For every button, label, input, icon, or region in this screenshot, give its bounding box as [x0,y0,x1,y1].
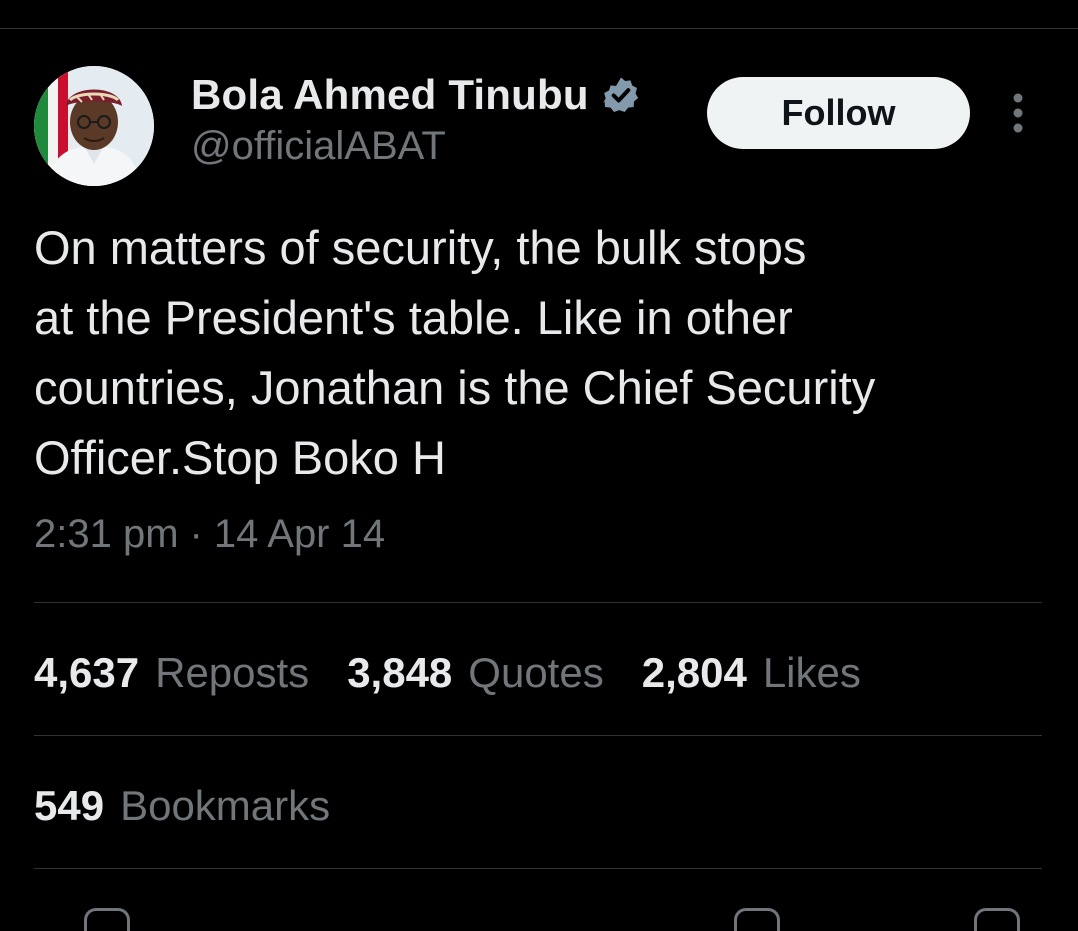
author-display-name[interactable]: Bola Ahmed Tinubu [191,71,589,119]
more-vertical-icon [1013,93,1023,133]
divider-above-stats [34,602,1042,603]
author-name-row: Bola Ahmed Tinubu [191,70,641,120]
reposts-count: 4,637 [34,649,140,696]
tweet-time: 2:31 pm [34,512,179,556]
top-divider [0,28,1078,29]
tweet-timestamp[interactable]: 2:31 pm · 14 Apr 14 [34,512,385,557]
follow-button[interactable]: Follow [707,77,970,149]
divider-above-actions [34,868,1042,869]
reposts-stat[interactable]: 4,637 Reposts [34,649,309,697]
reply-icon[interactable] [84,908,130,931]
bookmarks-count: 549 [34,782,105,829]
quotes-count: 3,848 [347,649,453,696]
share-icon[interactable] [974,908,1020,931]
verified-badge-icon [602,77,638,112]
likes-stat[interactable]: 2,804 Likes [642,649,861,697]
action-bar [0,900,1078,931]
quotes-stat[interactable]: 3,848 Quotes [347,649,604,697]
bookmark-icon[interactable] [734,908,780,931]
likes-label: Likes [762,649,861,696]
author-handle[interactable]: @officialABAT [191,124,446,169]
bookmarks-stat[interactable]: 549 Bookmarks [34,777,368,835]
quotes-label: Quotes [468,649,604,696]
more-options-button[interactable] [1000,90,1036,140]
engagement-stats: 4,637 Reposts 3,848 Quotes 2,804 Likes [34,644,899,702]
tweet-date: 14 Apr 14 [213,512,386,556]
timestamp-separator: · [189,512,203,556]
bookmarks-label: Bookmarks [120,782,331,829]
reposts-label: Reposts [155,649,310,696]
divider-above-bookmarks [34,735,1042,736]
avatar[interactable] [34,66,154,186]
tweet-text: On matters of security, the bulk stops a… [34,221,876,484]
profile-photo-icon [34,66,154,186]
likes-count: 2,804 [641,649,747,696]
